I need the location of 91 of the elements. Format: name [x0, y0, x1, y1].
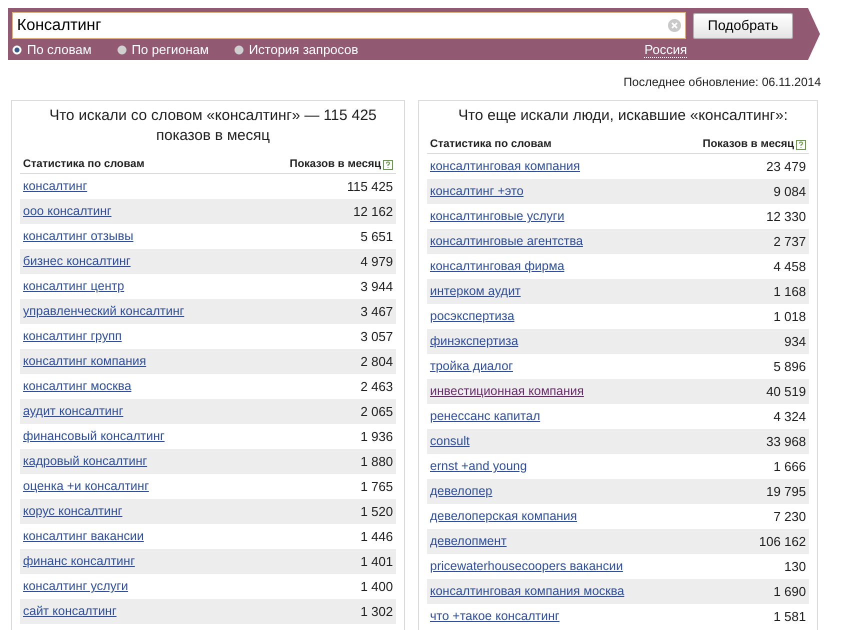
radio-label[interactable]: По словам [27, 40, 92, 60]
count-cell-text: 934 [784, 332, 806, 351]
phrase-link[interactable]: сайт консалтинг [23, 602, 117, 621]
phrase-link[interactable]: что +такое консалтинг [430, 607, 560, 626]
phrase-link[interactable]: консалтинг отзывы [23, 227, 134, 246]
count-cell-text: 2 065 [360, 402, 393, 421]
phrase-link[interactable]: интерком аудит [430, 282, 521, 301]
count-cell-text: 106 162 [759, 532, 806, 551]
phrase-link[interactable]: аудит консалтинг [23, 402, 124, 421]
radio-label[interactable]: По регионам [132, 40, 209, 60]
count-cell-text: 1 400 [360, 578, 393, 596]
count-cell-text: 12 330 [766, 208, 806, 226]
count-cell-text: 7 230 [773, 508, 806, 526]
count-cell-text: 1 302 [360, 602, 393, 621]
phrase-link[interactable]: ренессанс капитал [430, 407, 540, 426]
count-cell-text: 130 [784, 558, 806, 576]
phrase-link[interactable]: consult [430, 432, 470, 451]
count-cell-text: 1 018 [773, 308, 806, 326]
phrase-link[interactable]: корус консалтинг [23, 502, 122, 521]
phrase-link[interactable]: кадровый консалтинг [23, 452, 148, 471]
phrase-link[interactable]: ооо консалтинг [23, 202, 112, 221]
count-cell-text: 4 458 [773, 258, 806, 276]
count-cell-text: 1 765 [360, 478, 393, 496]
phrase-link[interactable]: консалтинговые агентства [430, 232, 583, 251]
count-cell-text: 2 737 [773, 232, 806, 251]
phrase-link[interactable]: консалтинг вакансии [23, 527, 144, 546]
phrase-link[interactable]: консалтинг москва [23, 377, 132, 396]
phrase-link[interactable]: консалтинг +это [430, 182, 524, 201]
count-cell-text: 4 324 [773, 408, 806, 426]
count-cell-text: 1 446 [360, 528, 393, 546]
phrase-link[interactable]: девелопер [430, 482, 492, 501]
count-cell-text: 3 057 [360, 328, 393, 346]
phrase-link[interactable]: консалтинговые услуги [430, 207, 564, 226]
count-cell-text: 5 896 [773, 358, 806, 376]
count-cell-text: 3 467 [360, 302, 393, 321]
count-cell-text: 9 084 [773, 182, 806, 201]
phrase-link[interactable]: финанс консалтинг [23, 552, 135, 571]
count-cell-text: 2 463 [360, 378, 393, 396]
radio-button[interactable] [234, 45, 244, 55]
phrase-link[interactable]: девелоперская компания [430, 507, 578, 526]
count-cell-text: 1 880 [360, 452, 393, 471]
phrase-link[interactable]: оценка +и консалтинг [23, 477, 149, 496]
phrase-link[interactable]: бизнес консалтинг [23, 252, 131, 271]
phrase-link[interactable]: ernst +and young [430, 457, 527, 476]
count-cell-text: 40 519 [766, 382, 806, 401]
count-cell-text: 12 162 [353, 202, 393, 221]
count-cell-text: 23 479 [766, 158, 806, 176]
phrase-link[interactable]: консалтинговая компания [430, 157, 580, 176]
count-cell-text: 2 804 [360, 352, 393, 371]
phrase-link[interactable]: инвестиционная компания [430, 382, 584, 401]
phrase-link[interactable]: консалтинг компания [23, 352, 146, 371]
count-cell-text: 1 581 [773, 608, 806, 626]
column-header: Показов в месяц [702, 137, 794, 152]
help-icon[interactable] [796, 140, 806, 150]
count-cell-text: 4 979 [360, 252, 393, 271]
count-cell-text: 1 936 [360, 428, 393, 446]
phrase-link[interactable]: тройка диалог [430, 357, 513, 376]
phrase-link[interactable]: консалтинговая фирма [430, 257, 564, 276]
phrase-link[interactable]: финэкспертиза [430, 332, 518, 351]
count-cell-text: 1 401 [360, 552, 393, 571]
help-icon[interactable] [383, 160, 393, 170]
count-cell-text: 3 944 [360, 278, 393, 296]
count-cell-text: 5 651 [360, 228, 393, 246]
last-update-text: Последнее обновление: 06.11.2014 [624, 74, 821, 91]
count-cell-text: 1 520 [360, 502, 393, 521]
phrase-link[interactable]: консалтинговая компания москва [430, 582, 624, 601]
column-header: Показов в месяц [290, 157, 381, 172]
phrase-link[interactable]: финансовый консалтинг [23, 427, 165, 446]
count-cell-text: 19 795 [766, 482, 806, 501]
phrase-link[interactable]: девелопмент [430, 532, 507, 551]
phrase-link[interactable]: pricewaterhousecoopers вакансии [430, 557, 623, 576]
phrase-link[interactable]: консалтинг услуги [23, 577, 128, 596]
panel-title: Что искали со словом «консалтинг» — 115 425 показов в месяц [48, 106, 378, 146]
count-cell-text: 115 425 [346, 178, 393, 196]
panel-title: Что еще искали люди, искавшие «консалтинг»: [457, 106, 789, 126]
search-button[interactable]: Подобрать [693, 12, 793, 38]
phrase-link[interactable]: росэкспертиза [430, 307, 514, 326]
phrase-link[interactable]: управленческий консалтинг [23, 302, 184, 321]
count-cell-text: 1 666 [773, 458, 806, 476]
count-cell-text: 33 968 [766, 432, 806, 451]
radio-button[interactable] [12, 45, 22, 55]
column-header: Статистика по словам [23, 157, 145, 172]
phrase-link[interactable]: консалтинг групп [23, 327, 122, 346]
phrase-link[interactable]: консалтинг центр [23, 277, 124, 296]
radio-button[interactable] [116, 45, 127, 55]
column-header: Статистика по словам [430, 137, 552, 152]
count-cell-text: 1 690 [773, 582, 806, 601]
count-cell-text: 1 168 [773, 282, 806, 301]
radio-label[interactable]: История запросов [248, 40, 358, 60]
phrase-link[interactable]: консалтинг [23, 177, 88, 196]
region-link[interactable]: Россия [644, 42, 687, 58]
